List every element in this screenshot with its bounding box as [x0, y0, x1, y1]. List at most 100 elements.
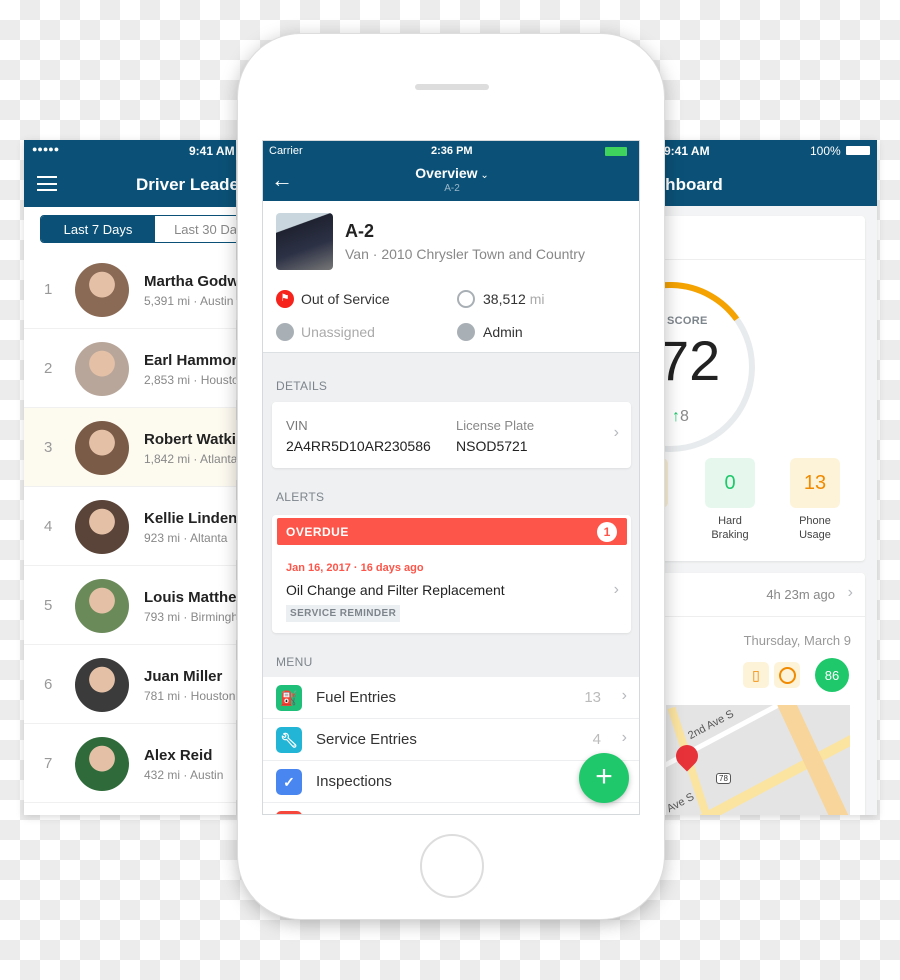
tile-label: Braking — [711, 529, 749, 541]
driver-rank: 6 — [44, 676, 53, 693]
flag-icon: ⚑ — [276, 290, 294, 308]
score-value: 72 — [660, 329, 721, 392]
avatar — [75, 579, 129, 633]
signal-icon: ●●●●● — [32, 144, 60, 154]
driver-row[interactable]: 7 Alex Reid 432 mi · Austin — [24, 724, 236, 803]
hard-braking-count: 0 — [705, 458, 755, 508]
check-circle-icon: ✓ — [276, 769, 302, 795]
nav-bar: Driver Leaderboard — [24, 162, 236, 207]
vehicle-status[interactable]: Out of Service — [301, 291, 390, 307]
status-time: 9:41 AM — [189, 144, 235, 158]
plate-value: NSOD5721 — [456, 438, 528, 454]
period-tabs: Last 7 Days Last 30 Days — [40, 215, 236, 243]
status-bar: ●●●●● 9:41 AM — [24, 140, 236, 162]
menu-item-partial[interactable] — [263, 803, 639, 814]
trip-map[interactable]: 2nd Ave S Ave S 78 — [666, 705, 850, 815]
chevron-right-icon: › — [613, 581, 619, 598]
driver-row[interactable]: 6 Juan Miller 781 mi · Houston — [24, 645, 236, 724]
driver-stats: 923 mi · Altanta — [144, 531, 228, 545]
driver-name: Kellie Lindenberg — [144, 510, 236, 527]
service-reminder-tag: SERVICE REMINDER — [286, 605, 401, 622]
trip-date: Thursday, March 9 — [743, 633, 851, 648]
chevron-right-icon: › — [621, 729, 627, 746]
nav-bar: 9:41 AM 100% Dashboard — [660, 140, 877, 206]
driver-rank: 5 — [44, 597, 53, 614]
trip-score-badge: 86 — [815, 658, 849, 692]
menu-item-count: 13 — [584, 689, 601, 706]
tab-last-7-days[interactable]: Last 7 Days — [41, 216, 155, 242]
menu-item-label: Fuel Entries — [316, 689, 397, 706]
driver-stats: 2,853 mi · Houston — [144, 373, 236, 387]
nav-title: Overview — [415, 165, 478, 181]
menu-item-label: Service Entries — [316, 731, 417, 748]
dashboard-screen: 9:41 AM 100% Dashboard SCORE 72 ↑8 0 Har… — [660, 140, 877, 815]
driver-row[interactable]: 1 Martha Godwin 5,391 mi · Austin — [24, 250, 236, 329]
driver-stats: 793 mi · Birmingham — [144, 610, 236, 624]
issue-icon — [276, 811, 302, 814]
overview-dropdown[interactable]: Overview ⌄ A-2 — [263, 165, 639, 194]
group-icon — [457, 323, 475, 341]
carrier-label: Carrier — [269, 145, 303, 157]
vehicle-photo[interactable] — [276, 213, 333, 270]
map-street-label: Ave S — [666, 790, 697, 815]
alert-title: Oil Change and Filter Replacement — [286, 582, 505, 598]
avatar — [75, 658, 129, 712]
vehicle-name: A-2 — [345, 221, 375, 241]
score-label: SCORE — [667, 315, 708, 327]
menu-icon[interactable] — [37, 176, 57, 191]
phone-usage-label: Phone Usage — [775, 514, 855, 542]
driver-name: Alex Reid — [144, 747, 213, 764]
driver-rank: 3 — [44, 439, 53, 456]
alert-card[interactable]: OVERDUE 1 Jan 16, 2017 · 16 days ago Oil… — [272, 515, 631, 633]
driver-name: Martha Godwin — [144, 273, 236, 290]
odometer-icon — [457, 290, 475, 308]
odometer-unit: mi — [529, 291, 545, 307]
plate-label: License Plate — [456, 418, 535, 433]
chevron-right-icon: › — [621, 687, 627, 704]
tile-label: Hard — [718, 515, 742, 527]
tile-label: Usage — [799, 529, 831, 541]
phone-usage-icon: ▯ — [743, 662, 769, 688]
driver-rank: 7 — [44, 755, 53, 772]
driver-leaderboard-screen: ●●●●● 9:41 AM Driver Leaderboard Last 7 … — [24, 140, 236, 815]
trip-card[interactable]: 4h 23m ago › Thursday, March 9 ▯ 86 2nd … — [660, 573, 865, 815]
driver-stats: 432 mi · Austin — [144, 768, 224, 782]
menu-item-fuel-entries[interactable]: ⛽ Fuel Entries 13 › — [263, 677, 639, 719]
driver-row[interactable]: 5 Louis Matthews 793 mi · Birmingham — [24, 566, 236, 645]
home-button[interactable] — [420, 834, 484, 898]
route-shield: 78 — [716, 773, 731, 784]
phone-usage-count: 13 — [790, 458, 840, 508]
page-title: Dashboard — [660, 175, 723, 194]
trip-time-ago: 4h 23m ago — [766, 587, 835, 602]
avatar — [75, 342, 129, 396]
chevron-down-icon: ⌄ — [477, 170, 489, 181]
fuel-pump-icon: ⛽ — [276, 685, 302, 711]
nav-bar: Carrier 2:36 PM ← Overview ⌄ A-2 — [263, 141, 639, 201]
tab-last-30-days[interactable]: Last 30 Days — [155, 216, 236, 242]
driver-row[interactable]: 3 Robert Watkins 1,842 mi · Atlanta — [24, 408, 236, 487]
driver-rank: 2 — [44, 360, 53, 377]
driver-rank: 1 — [44, 281, 53, 298]
overdue-bar: OVERDUE 1 — [277, 518, 627, 545]
add-button[interactable]: + — [579, 753, 629, 803]
vehicle-operator[interactable]: Unassigned — [301, 324, 375, 340]
vin-value: 2A4RR5D10AR230586 — [286, 438, 431, 454]
driver-row[interactable]: 2 Earl Hammond 2,853 mi · Houston — [24, 329, 236, 408]
vin-plate-card[interactable]: VIN 2A4RR5D10AR230586 License Plate NSOD… — [272, 402, 631, 468]
menu-item-count: 4 — [592, 731, 601, 748]
chevron-right-icon: › — [847, 584, 853, 601]
nav-subtitle: A-2 — [444, 183, 460, 194]
hard-braking-icon — [774, 662, 800, 688]
avatar — [75, 737, 129, 791]
vehicle-header: A-2 Van · 2010 Chrysler Town and Country… — [263, 201, 639, 353]
driver-row[interactable]: 4 Kellie Lindenberg 923 mi · Altanta — [24, 487, 236, 566]
page-title: Driver Leaderboard — [136, 175, 236, 194]
hard-braking-label: Hard Braking — [690, 514, 770, 542]
driver-name: Robert Watkins — [144, 431, 236, 448]
vehicle-group[interactable]: Admin — [483, 324, 523, 340]
driver-stats: 5,391 mi · Austin — [144, 294, 234, 308]
driver-name: Louis Matthews — [144, 589, 236, 606]
driver-stats: 781 mi · Houston — [144, 689, 236, 703]
odometer: 38,512 mi — [483, 291, 545, 307]
menu-item-service-entries[interactable]: 🔧︎ Service Entries 4 › — [263, 719, 639, 761]
